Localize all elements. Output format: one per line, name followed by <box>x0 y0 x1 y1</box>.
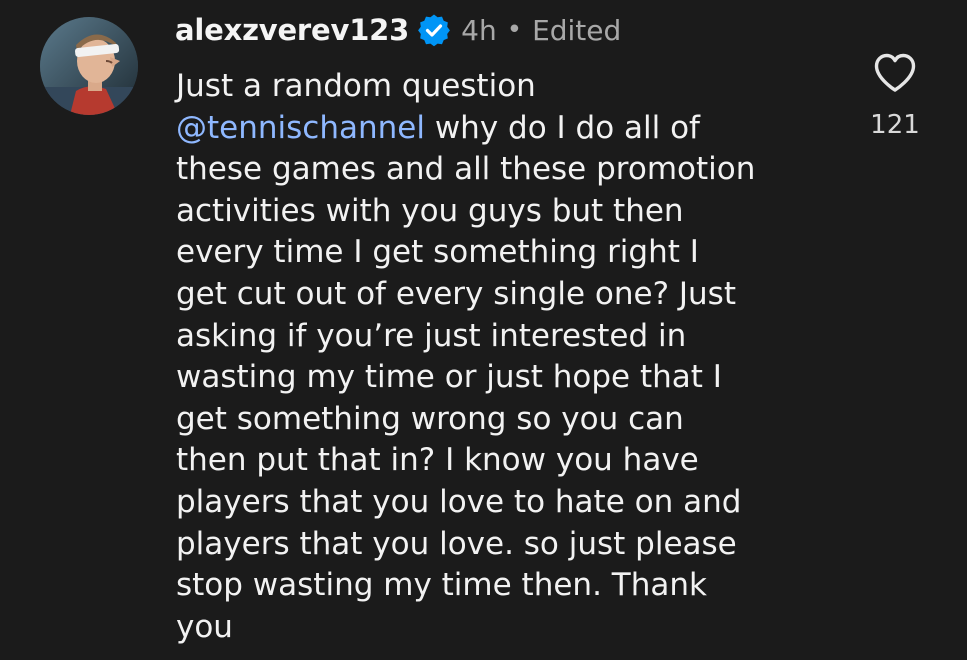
comment-line: these games and all these promotion <box>176 151 756 188</box>
mention-link[interactable]: @tennischannel <box>176 110 425 146</box>
comment-line: @tennischannel why do I do all of <box>176 108 856 150</box>
comment-header: alexzverev123 4h • Edited <box>175 8 621 52</box>
avatar-image <box>40 17 138 115</box>
like-control: 121 <box>860 52 930 152</box>
comment-line: stop wasting my time then. Thank <box>176 567 707 604</box>
comment-line: activities with you guys but then <box>176 192 684 229</box>
comment-line: then put that in? I know you have <box>176 442 699 479</box>
comment-screen: alexzverev123 4h • Edited Just a random … <box>0 0 967 660</box>
username[interactable]: alexzverev123 <box>175 13 409 47</box>
comment-line: wasting my time or just hope that I <box>176 359 722 396</box>
heart-icon[interactable] <box>873 52 917 94</box>
comment-time: 4h <box>461 13 497 47</box>
comment-line-text: why do I do all of <box>424 109 700 146</box>
comment-line: players that you love to hate on and <box>176 483 742 520</box>
profile-avatar[interactable] <box>40 17 138 115</box>
like-count: 121 <box>870 110 920 140</box>
verified-badge-icon <box>417 13 451 47</box>
comment-line: get cut out of every single one? Just <box>176 275 736 312</box>
comment-line: you <box>176 608 233 645</box>
comment-line: players that you love. so just please <box>176 525 737 562</box>
edited-label: Edited <box>532 13 622 47</box>
comment-line: asking if you’re just interested in <box>176 317 687 354</box>
comment-line: every time I get something right I <box>176 234 699 271</box>
comment-line: Just a random question <box>176 68 536 104</box>
comment-line: get something wrong so you can <box>176 400 684 437</box>
separator-dot: • <box>506 15 523 45</box>
comment-body: Just a random question @tennischannel wh… <box>176 66 856 648</box>
